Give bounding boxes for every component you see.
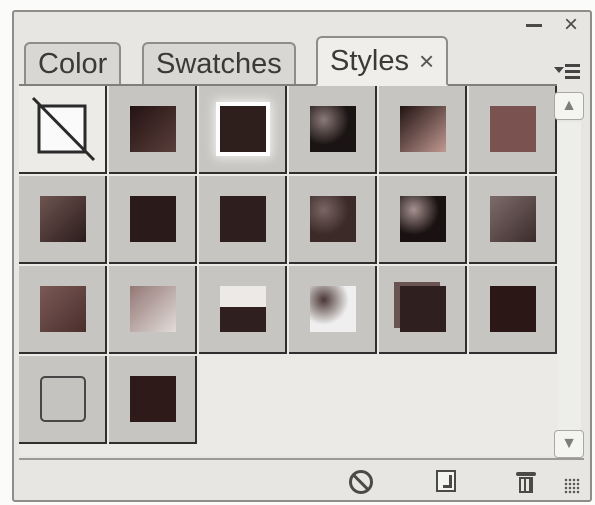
close-tab-icon[interactable]: ×	[419, 48, 434, 74]
style-preview	[130, 286, 176, 332]
scroll-up-button[interactable]: ▲	[554, 92, 584, 120]
style-preview	[220, 196, 266, 242]
style-swatch[interactable]	[379, 266, 467, 354]
trash-icon[interactable]	[516, 470, 536, 494]
style-preview	[220, 106, 266, 152]
style-swatch[interactable]	[19, 86, 107, 174]
menu-line-icon	[565, 70, 580, 73]
panel-tabbar: Color Swatches Styles ×	[24, 36, 564, 86]
style-swatch[interactable]	[199, 176, 287, 264]
style-preview	[490, 286, 536, 332]
vertical-scrollbar[interactable]: ▲ ▼	[554, 92, 584, 460]
style-swatch[interactable]	[19, 266, 107, 354]
style-swatch[interactable]	[199, 86, 287, 174]
trash-lid	[516, 472, 536, 476]
tab-swatches-label: Swatches	[156, 48, 282, 80]
style-preview	[400, 106, 446, 152]
style-preview	[400, 286, 446, 332]
tab-styles[interactable]: Styles ×	[316, 36, 449, 86]
style-preview	[310, 106, 356, 152]
style-swatch[interactable]	[109, 176, 197, 264]
new-style-icon[interactable]	[436, 470, 456, 492]
style-preview	[40, 286, 86, 332]
style-preview	[400, 196, 446, 242]
styles-panel: × Color Swatches Styles × ▲ ▼	[12, 10, 592, 502]
style-preview	[220, 286, 266, 332]
tab-color-label: Color	[38, 48, 108, 80]
tab-swatches[interactable]: Swatches	[142, 42, 296, 84]
style-preview	[130, 376, 176, 422]
tab-styles-label: Styles	[330, 45, 409, 77]
style-swatch[interactable]	[469, 86, 557, 174]
style-swatch[interactable]	[289, 176, 377, 264]
style-swatch[interactable]	[109, 86, 197, 174]
style-swatch[interactable]	[109, 356, 197, 444]
no-style-icon	[31, 96, 96, 162]
style-preview	[130, 106, 176, 152]
style-preview	[490, 196, 536, 242]
style-swatch[interactable]	[379, 86, 467, 174]
style-swatch[interactable]	[289, 86, 377, 174]
style-preview	[40, 376, 86, 422]
style-swatch[interactable]	[109, 266, 197, 354]
style-swatch[interactable]	[379, 176, 467, 264]
scroll-down-button[interactable]: ▼	[554, 430, 584, 458]
menu-triangle-icon	[554, 67, 564, 73]
style-preview	[490, 106, 536, 152]
break-link-icon[interactable]	[349, 470, 373, 494]
style-swatch[interactable]	[19, 356, 107, 444]
menu-line-icon	[565, 64, 580, 67]
style-preview	[130, 196, 176, 242]
panel-footer	[19, 458, 584, 498]
close-panel-button[interactable]: ×	[564, 13, 578, 37]
style-swatch[interactable]	[469, 176, 557, 264]
style-preview	[40, 196, 86, 242]
style-swatch[interactable]	[199, 266, 287, 354]
style-swatch[interactable]	[19, 176, 107, 264]
style-swatch[interactable]	[469, 266, 557, 354]
tab-color[interactable]: Color	[24, 42, 122, 84]
style-swatch[interactable]	[289, 266, 377, 354]
scroll-track[interactable]	[557, 122, 581, 430]
menu-line-icon	[565, 76, 580, 79]
style-preview	[310, 286, 356, 332]
styles-grid-area	[19, 84, 557, 456]
trash-can	[519, 477, 533, 493]
panel-menu-icon[interactable]	[552, 56, 582, 86]
style-preview	[310, 196, 356, 242]
resize-grip-icon[interactable]	[564, 478, 580, 494]
minimize-panel-button[interactable]	[526, 21, 542, 29]
